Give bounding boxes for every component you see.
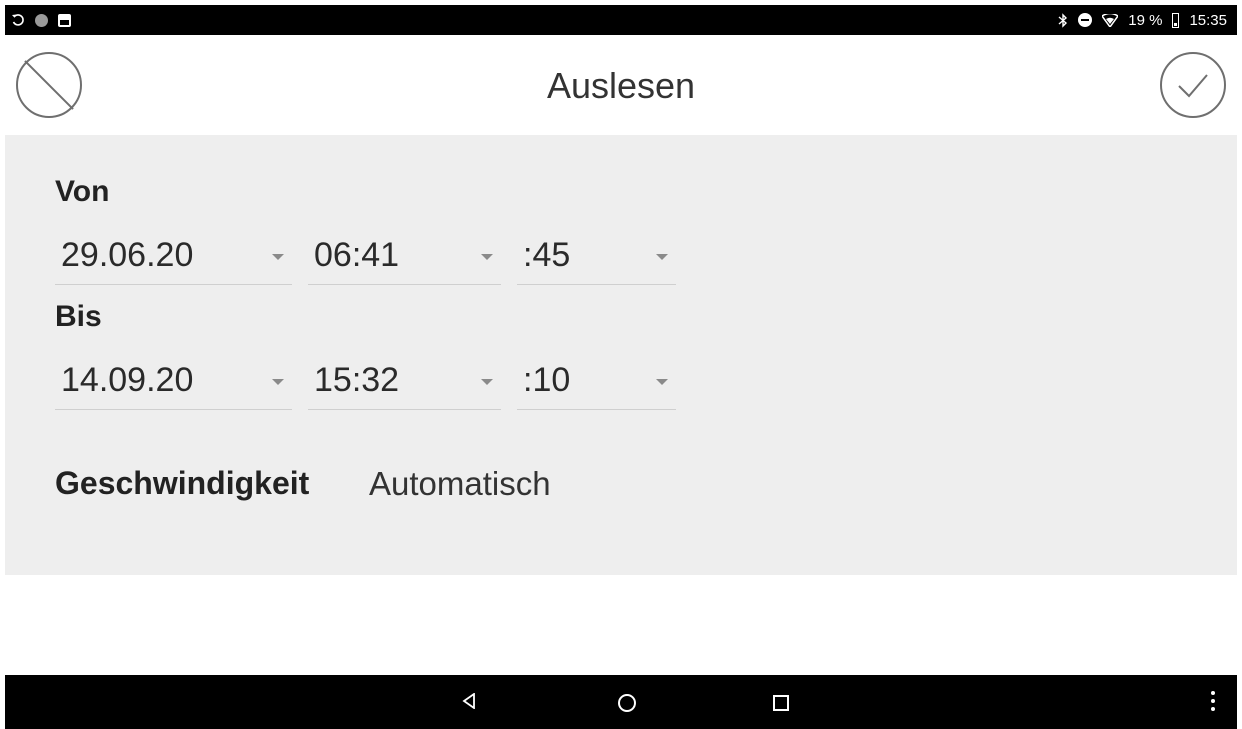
back-icon[interactable]	[462, 693, 476, 709]
status-bar: 19 % 15:35	[5, 5, 1237, 35]
confirm-button[interactable]	[1160, 52, 1226, 118]
do-not-disturb-icon	[1078, 13, 1093, 27]
home-icon[interactable]	[618, 694, 636, 712]
rotate-icon	[11, 13, 25, 27]
dropdown-arrow-icon	[656, 379, 668, 385]
overflow-menu-icon[interactable]	[1211, 691, 1215, 711]
from-date-dropdown[interactable]: 29.06.20	[55, 230, 292, 285]
circle-icon	[35, 13, 48, 27]
from-label: Von	[55, 175, 110, 208]
recents-icon[interactable]	[773, 695, 789, 711]
status-icons-left	[11, 13, 71, 27]
page-title: Auslesen	[546, 65, 696, 106]
speed-value[interactable]: Automatisch	[369, 465, 551, 503]
dropdown-arrow-icon	[656, 254, 668, 260]
form-panel: Von 29.06.20 06:41 :45 Bis 14.09.20 15:3…	[5, 135, 1237, 575]
from-time-value: 06:41	[314, 236, 400, 274]
to-seconds-dropdown[interactable]: :10	[517, 355, 676, 410]
to-date-dropdown[interactable]: 14.09.20	[55, 355, 292, 410]
from-time-dropdown[interactable]: 06:41	[308, 230, 501, 285]
to-seconds-value: :10	[523, 361, 571, 399]
to-time-dropdown[interactable]: 15:32	[308, 355, 501, 410]
from-seconds-dropdown[interactable]: :45	[517, 230, 676, 285]
check-icon	[1178, 74, 1208, 98]
status-icons-right: 19 % 15:35	[1058, 12, 1227, 29]
clock: 15:35	[1189, 11, 1227, 29]
dropdown-arrow-icon	[481, 254, 493, 260]
dropdown-arrow-icon	[272, 379, 284, 385]
speed-label: Geschwindigkeit	[55, 465, 310, 501]
to-label: Bis	[55, 300, 102, 333]
to-date-value: 14.09.20	[61, 361, 194, 399]
navigation-bar	[5, 675, 1237, 729]
dropdown-arrow-icon	[481, 379, 493, 385]
dropdown-arrow-icon	[272, 254, 284, 260]
from-seconds-value: :45	[523, 236, 571, 274]
to-time-value: 15:32	[314, 361, 400, 399]
bluetooth-icon	[1058, 12, 1068, 28]
wifi-icon	[1102, 13, 1119, 27]
from-date-value: 29.06.20	[61, 236, 194, 274]
battery-icon	[1172, 12, 1180, 28]
battery-percent: 19 %	[1128, 11, 1163, 29]
image-icon	[58, 13, 71, 27]
